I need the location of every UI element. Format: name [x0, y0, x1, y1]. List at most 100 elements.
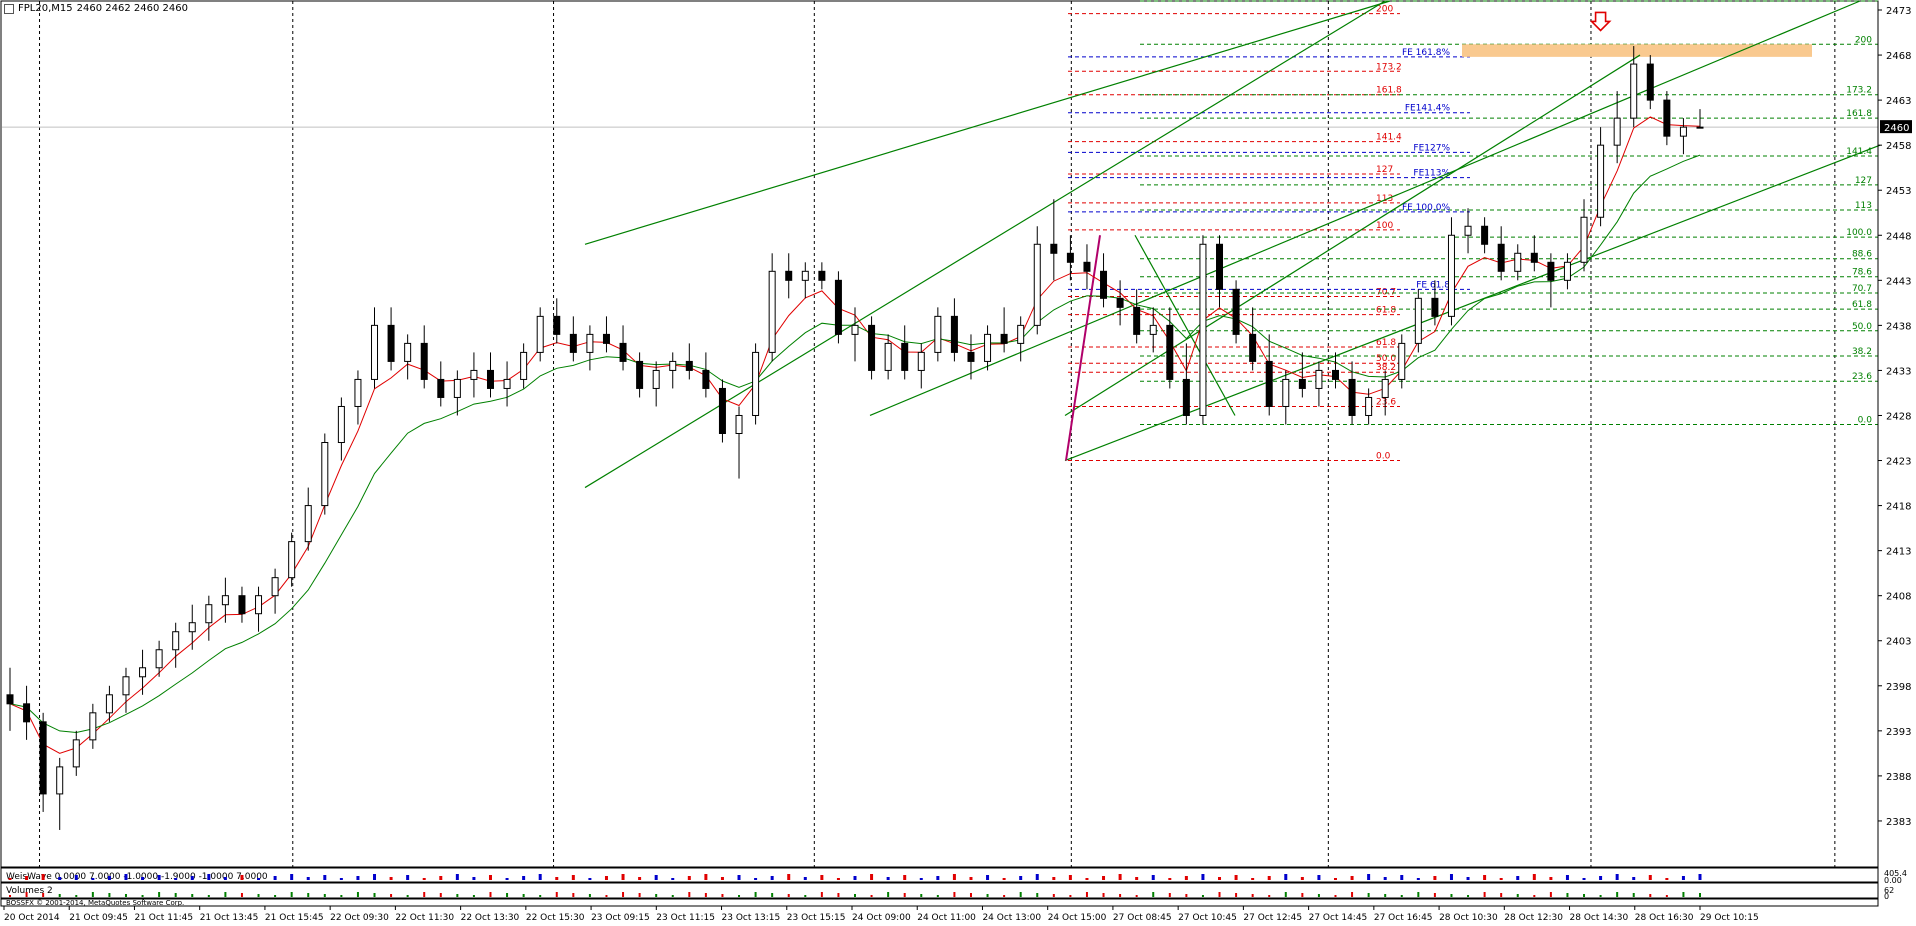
candle-up [470, 369, 478, 380]
volume-bar [539, 895, 542, 897]
volume-bar [1632, 893, 1635, 897]
weiswave-bar [472, 877, 476, 880]
weiswave-bar [1549, 877, 1553, 880]
volume-bar [207, 895, 210, 897]
candle-up [72, 739, 80, 768]
weiswave-bar [1317, 875, 1321, 880]
candle-up [271, 577, 279, 597]
weiswave-bar [107, 876, 111, 880]
fib-red-label: 127 [1376, 165, 1393, 175]
candle-down [1100, 270, 1108, 299]
price-tick-label: 2393 [1886, 727, 1911, 738]
copyright-label: BOSSFX © 2001-2014, MetaQuotes Software … [6, 899, 184, 907]
volume-bar [655, 894, 658, 897]
weiswave-bar [853, 876, 857, 880]
candle-down [1497, 243, 1505, 272]
weiswave-bar [1168, 878, 1172, 880]
volume-bar [25, 892, 28, 897]
volume-bar [1417, 892, 1420, 897]
time-tick-label: 21 Oct 15:45 [265, 913, 324, 923]
candle-down [1133, 306, 1141, 335]
volume-bar [1251, 894, 1254, 897]
candle-down [1216, 243, 1224, 290]
fib-red-label: 100 [1376, 221, 1393, 231]
price-tick-label: 2448 [1886, 231, 1911, 242]
weiswave-bar [190, 876, 194, 880]
price-axis: 2473 2468 2463 2458 2453 2448 2443 2438 2433 2428… [1877, 1, 1912, 866]
candle-down [901, 342, 909, 371]
price-tick-label: 2433 [1886, 366, 1911, 377]
weiswave-bar [903, 875, 907, 880]
volume-bar [771, 893, 774, 897]
weiswave-bar [571, 875, 575, 880]
chart-frame [0, 0, 1879, 868]
weiswave-bar [1350, 876, 1354, 880]
price-tick-label: 2403 [1886, 637, 1911, 648]
candle-up [1514, 252, 1522, 272]
volume-bar [854, 894, 856, 897]
volume-bar [1351, 892, 1354, 897]
candle-up [89, 712, 97, 741]
weiswave-bar [1333, 878, 1337, 880]
weiswave-bar [356, 876, 360, 880]
fib-red-label: 61.8 [1376, 306, 1396, 316]
weiswave-bar [820, 875, 824, 880]
fe-blue-label: FE141.4% [1405, 104, 1451, 114]
price-chart[interactable]: 0.0 23.6 38.2 50.0 61.8 61.8 70.7 100 113 127 141.… [0, 0, 1916, 926]
candle-up [105, 694, 113, 714]
volume-bar [804, 895, 807, 897]
weiswave-bar [638, 877, 642, 880]
weiswave-bar [522, 876, 526, 880]
candle-down [818, 270, 826, 281]
candle-up [1414, 297, 1422, 344]
time-tick-label: 27 Oct 10:45 [1178, 913, 1237, 923]
weiswave-bar [1599, 876, 1603, 880]
weiswave-bar [952, 874, 956, 880]
weiswave-bar [1102, 876, 1106, 880]
candle-up [1149, 324, 1157, 335]
weiswave-bar [174, 878, 178, 880]
candle-down [486, 369, 494, 389]
current-price-label: 2460 [1884, 123, 1909, 134]
time-tick-label: 28 Oct 12:30 [1504, 913, 1563, 923]
volume-bar [622, 892, 625, 897]
candle-up [139, 667, 147, 678]
volume-bar [986, 894, 989, 897]
weiswave-bar [406, 875, 410, 880]
weis-scale-bottom: 0.00 [1884, 876, 1902, 885]
time-tick-label: 23 Oct 09:15 [591, 913, 650, 923]
candle-up [984, 333, 992, 362]
weiswave-bar [373, 874, 377, 880]
price-tick-label: 2388 [1886, 772, 1911, 783]
weiswave-bar [836, 878, 840, 880]
time-tick-label: 22 Oct 15:30 [526, 913, 585, 923]
chart-symbol-icon [4, 3, 14, 14]
candle-up [337, 405, 345, 444]
fib-green-label: 38.2 [1852, 347, 1872, 357]
candle-down [420, 342, 428, 380]
volume-bar [1301, 893, 1304, 897]
candle-down [1066, 252, 1074, 263]
weiswave-bar [1516, 876, 1520, 880]
time-tick-label: 20 Oct 2014 [4, 913, 60, 923]
candle-up [735, 414, 743, 434]
volume-bar [837, 893, 840, 897]
fib-red-label: 141.4 [1376, 133, 1402, 143]
weiswave-bar [290, 874, 294, 880]
volume-bar [58, 894, 61, 897]
volume-bar [390, 894, 393, 897]
time-tick-label: 27 Oct 16:45 [1374, 913, 1433, 923]
volumes-panel [0, 882, 1879, 899]
weiswave-bar [1648, 875, 1652, 880]
volume-bar [340, 895, 343, 897]
weiswave-label: WeisWave 0.0000 7.0000 -1.0000 -1.9000 -… [6, 872, 268, 882]
candle-down [718, 387, 726, 434]
volume-bar [158, 892, 161, 897]
candle-up [1315, 369, 1323, 389]
volume-bar [506, 893, 509, 897]
volume-bar [1384, 894, 1387, 897]
fib-green-label: 173.2 [1846, 86, 1872, 96]
weiswave-bar [1416, 878, 1420, 880]
time-axis: 20 Oct 2014 21 Oct 09:45 21 Oct 11:45 21 Oc… [3, 906, 1759, 923]
weiswave-bar [1665, 878, 1669, 880]
